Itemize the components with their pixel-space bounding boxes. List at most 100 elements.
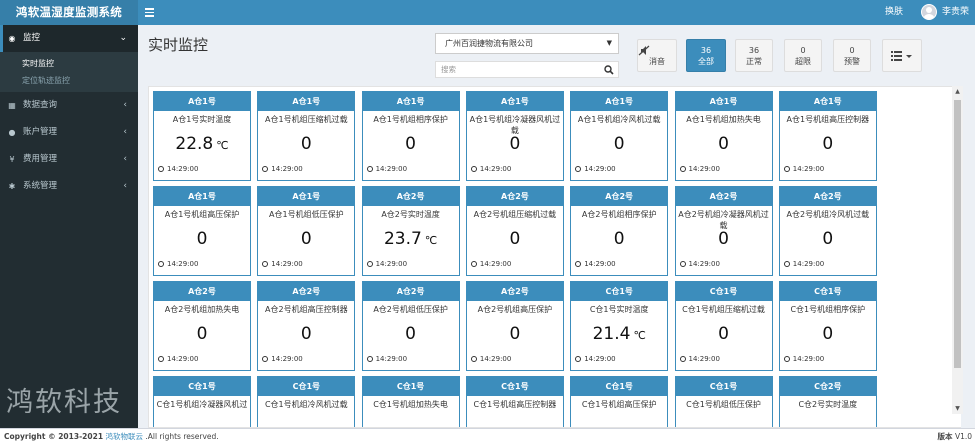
chevron-icon: ⌄ — [119, 33, 127, 43]
card-time-text: 14:29:00 — [584, 355, 616, 363]
monitor-card[interactable]: C仓1号 C仓1号机组高压控制器 — [465, 376, 564, 427]
clock-icon — [262, 261, 269, 267]
submenu-item[interactable]: 定位轨迹监控 — [0, 72, 138, 89]
sidebar-item-2[interactable]: ● 账户管理 ‹ — [0, 119, 138, 146]
monitor-card[interactable]: A仓1号 A仓1号机组低压保护 0 14:29:00 — [257, 186, 356, 276]
monitor-card[interactable]: A仓1号 A仓1号机组高压控制器 0 14:29:00 — [778, 91, 877, 181]
monitor-card[interactable]: A仓2号 A仓2号机组高压控制器 0 14:29:00 — [257, 281, 356, 371]
company-select-value: 广州百润捷物流有限公司 — [445, 39, 533, 48]
search-icon[interactable] — [604, 65, 614, 75]
card-time: 14:29:00 — [262, 165, 303, 173]
card-time-text: 14:29:00 — [271, 165, 303, 173]
card-title: C仓1号 — [154, 377, 250, 396]
company-link[interactable]: 鸿软物联云 — [105, 432, 143, 441]
card-sensor-name: A仓2号机组压缩机过载 — [473, 210, 557, 219]
sidebar-item-4[interactable]: ✱ 系统管理 ‹ — [0, 173, 138, 200]
search-box — [435, 61, 619, 78]
card-value: 0 — [822, 324, 834, 344]
card-time: 14:29:00 — [575, 165, 616, 173]
card-sensor-name: A仓2号机组低压保护 — [373, 305, 448, 314]
monitor-card[interactable]: A仓1号 A仓1号实时温度 22.8 ℃ 14:29:00 — [153, 91, 251, 181]
monitor-card[interactable]: A仓2号 A仓2号机组加热失电 0 14:29:00 — [153, 281, 251, 371]
mute-button[interactable]: 消音 — [637, 39, 677, 72]
filter-over-button[interactable]: 0 超限 — [784, 39, 822, 72]
scrollbar[interactable]: ▲ ▼ — [952, 86, 963, 414]
monitor-card[interactable]: C仓1号 C仓1号机组高压保护 — [570, 376, 669, 427]
skin-button[interactable]: 换肤 — [885, 0, 903, 25]
card-value: 22.8 — [175, 134, 214, 154]
view-menu-button[interactable] — [882, 39, 922, 72]
monitor-card[interactable]: C仓1号 C仓1号机组压缩机过载 0 14:29:00 — [674, 281, 773, 371]
scroll-down-icon[interactable]: ▼ — [952, 403, 963, 414]
monitor-card[interactable]: A仓1号 A仓1号机组冷风机过载 0 14:29:00 — [570, 91, 669, 181]
card-time-text: 14:29:00 — [584, 165, 616, 173]
monitor-card[interactable]: A仓2号 A仓2号机组低压保护 0 14:29:00 — [361, 281, 460, 371]
card-sensor-name: C仓1号机组高压控制器 — [473, 400, 557, 409]
card-title: A仓1号 — [154, 187, 250, 206]
sidebar-item-3[interactable]: ¥ 费用管理 ‹ — [0, 146, 138, 173]
monitor-card[interactable]: A仓1号 A仓1号机组相序保护 0 14:29:00 — [361, 91, 460, 181]
sidebar-item-1[interactable]: ▦ 数据查询 ‹ — [0, 92, 138, 119]
card-value-wrap: 21.4 ℃ — [571, 324, 667, 344]
card-value-wrap: 0 — [363, 134, 459, 154]
clock-icon — [366, 261, 373, 267]
card-time-text: 14:29:00 — [375, 165, 408, 173]
monitor-card[interactable]: C仓1号 C仓1号机组相序保护 0 14:29:00 — [778, 281, 877, 371]
filter-normal-button[interactable]: 36 正常 — [735, 39, 773, 72]
monitor-card[interactable]: C仓1号 C仓1号机组加热失电 — [361, 376, 460, 427]
monitor-card[interactable]: A仓2号 A仓2号机组冷凝器风机过载 0 14:29:00 — [674, 186, 773, 276]
monitor-card[interactable]: A仓2号 A仓2号实时温度 23.7 ℃ 14:29:00 — [361, 186, 460, 276]
card-time-text: 14:29:00 — [479, 355, 512, 363]
submenu: 实时监控 定位轨迹监控 — [0, 52, 138, 92]
filter-over-label: 超限 — [795, 57, 811, 66]
clock-icon — [575, 166, 582, 172]
sidebar-toggle-icon[interactable] — [145, 5, 155, 19]
card-sensor-name: A仓1号机组压缩机过载 — [265, 115, 348, 124]
monitor-card[interactable]: C仓1号 C仓1号机组冷风机过载 — [257, 376, 356, 427]
monitor-card[interactable]: A仓2号 A仓2号机组冷风机过载 0 14:29:00 — [778, 186, 877, 276]
version-info: 版本 V1.0 — [938, 429, 972, 445]
card-time: 14:29:00 — [783, 165, 825, 173]
card-sensor-name: A仓1号机组冷凝器风机过载 — [469, 115, 561, 135]
submenu-item[interactable]: 实时监控 — [0, 55, 138, 72]
monitor-card[interactable]: A仓2号 A仓2号机组相序保护 0 14:29:00 — [570, 186, 669, 276]
monitor-card[interactable]: C仓1号 C仓1号机组低压保护 — [674, 376, 773, 427]
monitor-card[interactable]: C仓2号 C仓2号实时温度 — [778, 376, 877, 427]
card-time-text: 14:29:00 — [792, 165, 825, 173]
card-title: A仓1号 — [154, 92, 250, 111]
filter-all-button[interactable]: 36 全部 — [686, 39, 726, 72]
monitor-card[interactable]: A仓1号 A仓1号机组冷凝器风机过载 0 14:29:00 — [465, 91, 564, 181]
sidebar-item-0[interactable]: ◉ 监控 ⌄ — [0, 25, 138, 52]
avatar[interactable] — [921, 4, 937, 20]
scroll-up-icon[interactable]: ▲ — [952, 86, 963, 97]
card-time-text: 14:29:00 — [688, 260, 720, 268]
user-menu[interactable]: 李贵荣 — [942, 0, 969, 25]
card-value: 0 — [822, 229, 834, 249]
monitor-card[interactable]: C仓1号 C仓1号机组冷凝器风机过 — [153, 376, 251, 427]
monitor-card[interactable]: A仓2号 A仓2号机组压缩机过载 0 14:29:00 — [465, 186, 564, 276]
card-sensor-name: A仓1号机组冷风机过载 — [577, 115, 661, 124]
app-brand[interactable]: 鸿软温湿度监测系统 — [0, 0, 138, 25]
filter-warn-button[interactable]: 0 预警 — [833, 39, 871, 72]
filter-warn-label: 预警 — [844, 57, 860, 66]
card-sensor-name: C仓1号机组冷凝器风机过 — [156, 400, 248, 409]
card-time-text: 14:29:00 — [792, 355, 825, 363]
monitor-card[interactable]: A仓1号 A仓1号机组高压保护 0 14:29:00 — [153, 186, 251, 276]
card-sensor-name: A仓1号机组加热失电 — [686, 115, 761, 124]
monitor-card[interactable]: A仓1号 A仓1号机组压缩机过载 0 14:29:00 — [257, 91, 356, 181]
company-select[interactable]: 广州百润捷物流有限公司 ▼ — [435, 33, 619, 54]
scrollbar-thumb[interactable] — [954, 100, 961, 368]
version-label: 版本 — [937, 432, 953, 441]
monitor-card[interactable]: A仓2号 A仓2号机组高压保护 0 14:29:00 — [465, 281, 564, 371]
card-value-wrap: 0 — [780, 229, 876, 249]
search-input[interactable] — [436, 62, 596, 77]
monitor-card[interactable]: C仓1号 C仓1号实时温度 21.4 ℃ 14:29:00 — [570, 281, 669, 371]
clock-icon — [366, 356, 373, 362]
card-time-text: 14:29:00 — [479, 260, 512, 268]
monitor-card[interactable]: A仓1号 A仓1号机组加热失电 0 14:29:00 — [674, 91, 773, 181]
card-time: 14:29:00 — [262, 355, 303, 363]
card-value: 0 — [300, 134, 312, 154]
card-value: 0 — [300, 229, 312, 249]
sidebar-item-label: 系统管理 — [23, 181, 58, 191]
filter-normal-label: 正常 — [746, 57, 762, 66]
